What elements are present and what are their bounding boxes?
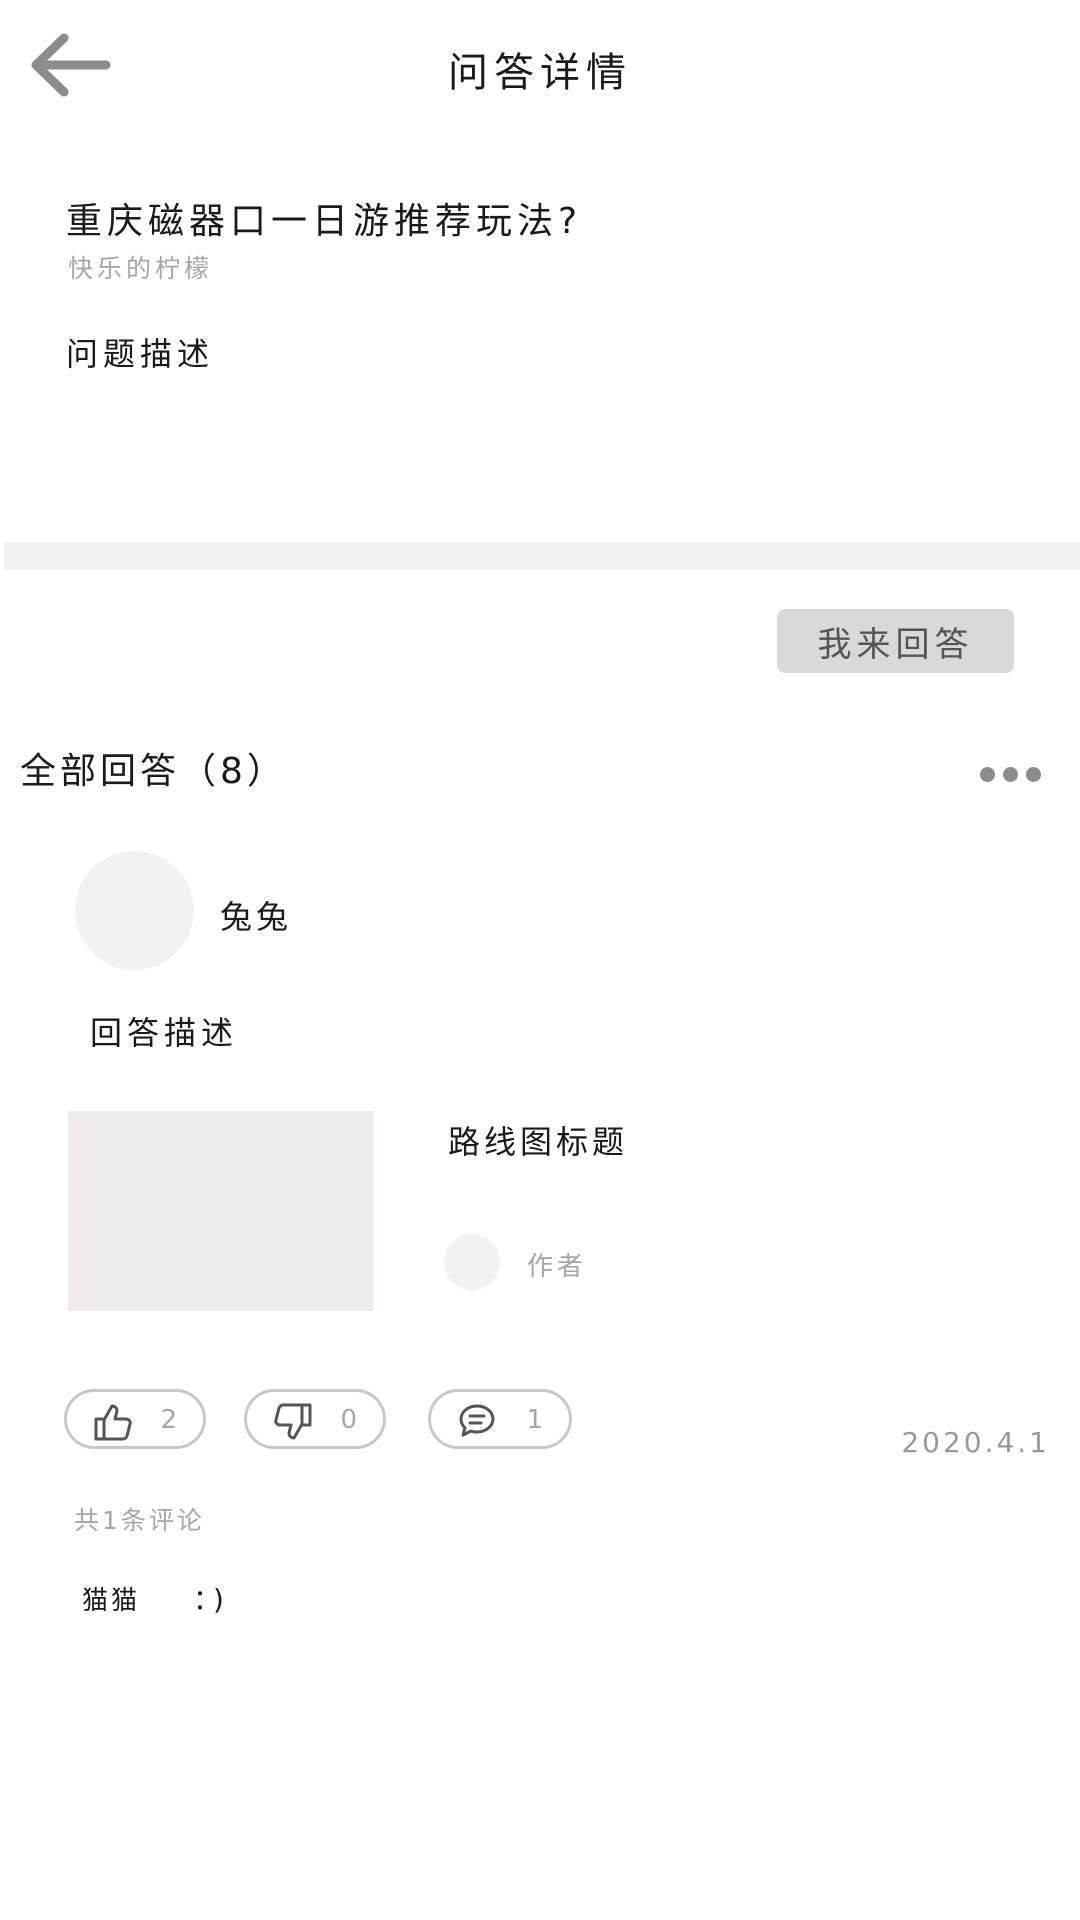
comment-count: 1 <box>526 1405 543 1435</box>
answer-avatar[interactable] <box>75 851 194 970</box>
comment-total[interactable]: 共1条评论 <box>74 1501 205 1537</box>
comment-text: ：) <box>193 1583 230 1616</box>
route-author-avatar <box>444 1234 500 1290</box>
answer-button[interactable]: 我来回答 <box>777 609 1014 673</box>
comment-username[interactable]: 猫猫 <box>82 1580 140 1617</box>
route-card-image[interactable] <box>68 1111 373 1311</box>
route-card-title[interactable]: 路线图标题 <box>448 1117 628 1163</box>
dislike-count: 0 <box>340 1405 357 1435</box>
thumbs-up-icon <box>94 1404 132 1441</box>
dislike-button[interactable]: 0 <box>244 1389 386 1449</box>
question-description: 问题描述 <box>66 335 215 373</box>
more-dots-icon <box>1026 766 1041 782</box>
page-title: 问答详情 <box>448 50 632 96</box>
route-author: 作者 <box>527 1252 588 1282</box>
more-dots-icon <box>980 766 995 782</box>
answer-username[interactable]: 兔兔 <box>220 892 292 938</box>
thumbs-down-icon <box>274 1403 312 1440</box>
section-divider <box>4 542 1080 570</box>
comment-button[interactable]: 1 <box>428 1389 572 1449</box>
all-answers-heading: 全部回答（8） <box>20 751 287 792</box>
comment-bubble-icon <box>459 1404 495 1437</box>
like-button[interactable]: 2 <box>64 1389 206 1449</box>
more-dots-icon <box>1003 766 1018 782</box>
like-count: 2 <box>160 1405 177 1435</box>
answer-date: 2020.4.1 <box>901 1426 1050 1459</box>
question-author[interactable]: 快乐的柠檬 <box>68 249 213 285</box>
question-title: 重庆磁器口一日游推荐玩法? <box>66 201 583 242</box>
answer-description: 回答描述 <box>90 1014 239 1052</box>
more-options-button[interactable] <box>980 760 1050 788</box>
